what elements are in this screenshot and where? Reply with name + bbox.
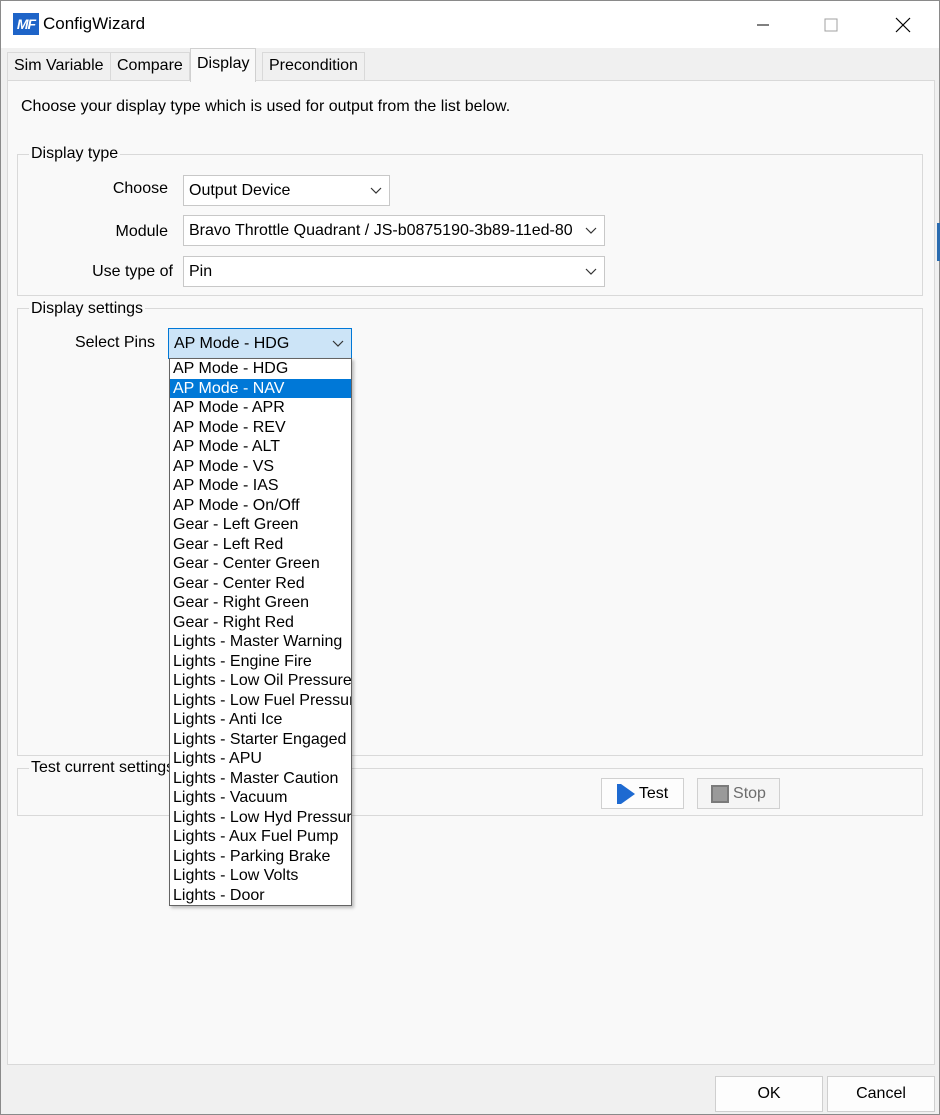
dropdown-option[interactable]: Lights - Parking Brake xyxy=(170,847,351,867)
display-settings-group xyxy=(17,308,923,756)
dropdown-option[interactable]: Lights - Aux Fuel Pump xyxy=(170,827,351,847)
maximize-icon xyxy=(824,18,838,31)
dropdown-option[interactable]: Lights - Starter Engaged xyxy=(170,730,351,750)
ok-button[interactable]: OK xyxy=(715,1076,823,1112)
module-select-value: Bravo Throttle Quadrant / JS-b0875190-3b… xyxy=(189,222,573,239)
tab-precondition[interactable]: Precondition xyxy=(262,52,365,80)
dropdown-option[interactable]: Lights - Vacuum xyxy=(170,788,351,808)
dropdown-option[interactable]: AP Mode - APR xyxy=(170,398,351,418)
chevron-down-icon xyxy=(369,176,383,205)
choose-label: Choose xyxy=(112,180,168,197)
app-logo-icon: MF xyxy=(13,13,39,35)
chevron-down-icon xyxy=(331,329,345,358)
intro-text: Choose your display type which is used f… xyxy=(21,98,511,115)
select-pins-value: AP Mode - HDG xyxy=(174,335,290,352)
dropdown-option[interactable]: AP Mode - ALT xyxy=(170,437,351,457)
use-type-select[interactable]: Pin xyxy=(183,256,605,287)
module-label: Module xyxy=(115,223,168,240)
dropdown-option[interactable]: Lights - Low Fuel Pressure xyxy=(170,691,351,711)
dropdown-option[interactable]: Gear - Right Red xyxy=(170,613,351,633)
dropdown-option[interactable]: Gear - Left Green xyxy=(170,515,351,535)
dropdown-option[interactable]: Lights - APU xyxy=(170,749,351,769)
dropdown-option[interactable]: Gear - Center Green xyxy=(170,554,351,574)
use-type-label: Use type of xyxy=(92,263,173,280)
dropdown-option[interactable]: AP Mode - NAV xyxy=(170,378,351,398)
cancel-button[interactable]: Cancel xyxy=(827,1076,935,1112)
config-wizard-window: MF ConfigWizard Sim Variable Compare Pre… xyxy=(0,0,940,1115)
tab-display[interactable]: Display xyxy=(190,48,257,82)
test-settings-group-label: Test current settings xyxy=(29,759,177,777)
tab-compare[interactable]: Compare xyxy=(110,52,190,80)
select-pins-dropdown-list: AP Mode - HDG AP Mode - NAV AP Mode - APR A… xyxy=(169,358,352,906)
play-icon xyxy=(616,783,635,804)
close-icon xyxy=(895,17,911,32)
close-button[interactable] xyxy=(873,1,933,48)
minimize-icon xyxy=(757,24,769,25)
dropdown-option[interactable]: Lights - Door xyxy=(170,886,351,906)
dropdown-option[interactable]: AP Mode - On/Off xyxy=(170,496,351,516)
module-select[interactable]: Bravo Throttle Quadrant / JS-b0875190-3b… xyxy=(183,215,605,246)
maximize-button[interactable] xyxy=(801,1,861,48)
use-type-select-value: Pin xyxy=(189,263,213,280)
dropdown-option[interactable]: Gear - Right Green xyxy=(170,593,351,613)
dropdown-option[interactable]: AP Mode - REV xyxy=(170,418,351,438)
choose-select[interactable]: Output Device xyxy=(183,175,390,206)
dropdown-option[interactable]: Lights - Low Volts xyxy=(170,866,351,886)
dropdown-option[interactable]: Lights - Engine Fire xyxy=(170,652,351,672)
chevron-down-icon xyxy=(584,257,598,286)
chevron-down-icon xyxy=(584,216,598,245)
dropdown-option[interactable]: Gear - Left Red xyxy=(170,535,351,555)
tab-sim-variable[interactable]: Sim Variable xyxy=(7,52,111,80)
dropdown-option[interactable]: Lights - Low Oil Pressure xyxy=(170,671,351,691)
dropdown-option[interactable]: Lights - Low Hyd Pressure xyxy=(170,808,351,828)
stop-button-label: Stop xyxy=(733,785,766,802)
dropdown-option[interactable]: Lights - Master Caution xyxy=(170,769,351,789)
display-settings-group-label: Display settings xyxy=(29,300,146,318)
test-button[interactable]: Test xyxy=(601,778,684,809)
dropdown-option[interactable]: Gear - Center Red xyxy=(170,574,351,594)
title-bar: MF ConfigWizard xyxy=(1,1,939,48)
dropdown-option[interactable]: AP Mode - IAS xyxy=(170,476,351,496)
dropdown-option[interactable]: AP Mode - VS xyxy=(170,457,351,477)
dropdown-option[interactable]: Lights - Master Warning xyxy=(170,632,351,652)
window-title: ConfigWizard xyxy=(43,14,146,33)
dropdown-option[interactable]: AP Mode - HDG xyxy=(170,359,351,379)
choose-select-value: Output Device xyxy=(189,182,291,199)
test-button-label: Test xyxy=(638,785,669,802)
select-pins-select[interactable]: AP Mode - HDG xyxy=(168,328,352,359)
minimize-button[interactable] xyxy=(733,1,793,48)
stop-button[interactable]: Stop xyxy=(697,778,780,809)
stop-icon xyxy=(711,784,730,803)
display-type-group-label: Display type xyxy=(29,145,121,163)
dropdown-option[interactable]: Lights - Anti Ice xyxy=(170,710,351,730)
select-pins-label: Select Pins xyxy=(74,334,155,351)
